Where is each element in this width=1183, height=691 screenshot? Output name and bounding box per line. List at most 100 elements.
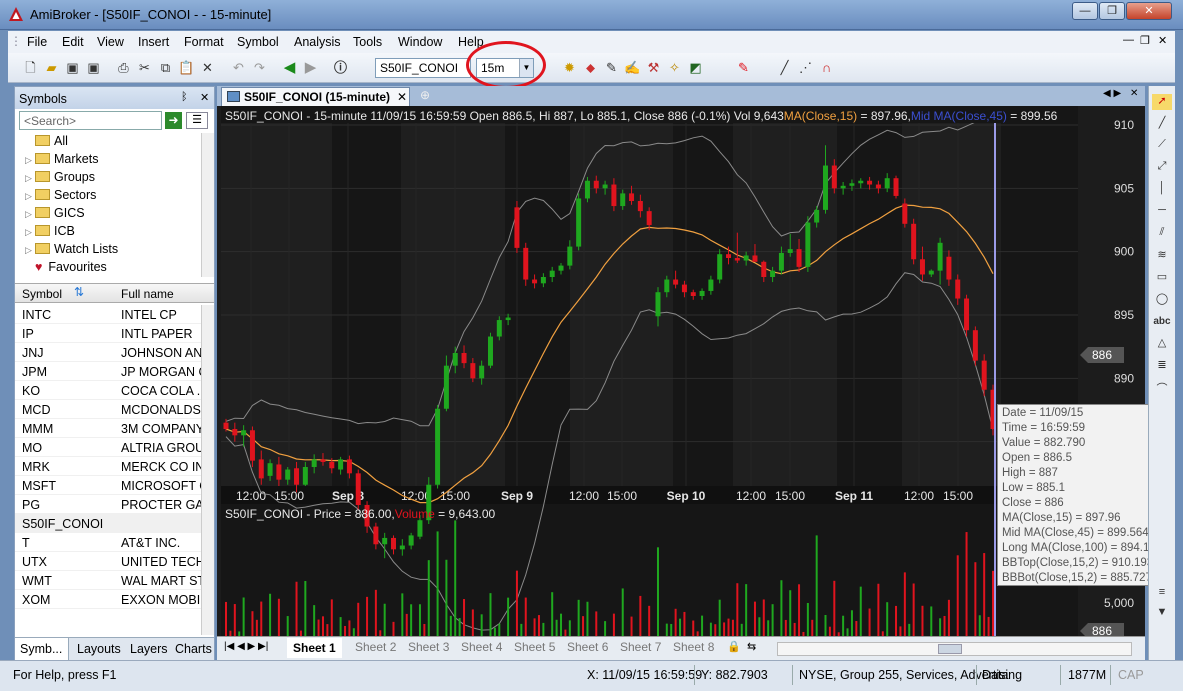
gear-icon[interactable]: ✹: [561, 59, 578, 76]
table-row[interactable]: INTC INTEL CP: [15, 305, 203, 324]
tab-layers[interactable]: Layers: [130, 642, 168, 656]
table-row[interactable]: T AT&T INC.: [15, 533, 203, 552]
sort-icon[interactable]: ⇅: [74, 285, 84, 299]
menu-edit[interactable]: Edit: [62, 35, 84, 49]
menu-symbol[interactable]: Symbol: [237, 35, 279, 49]
info-icon[interactable]: ⓘ: [332, 59, 349, 76]
tab-charts[interactable]: Charts: [175, 642, 212, 656]
magnet-icon[interactable]: ∩: [818, 59, 835, 76]
table-row[interactable]: MSFT MICROSOFT C: [15, 476, 203, 495]
list-options-icon[interactable]: ☰: [186, 112, 208, 129]
cut-icon[interactable]: ✂: [136, 59, 153, 76]
vertical-line-icon[interactable]: │: [1152, 182, 1172, 198]
horizontal-scrollbar[interactable]: [777, 642, 1132, 656]
symbol-list-scrollbar[interactable]: [201, 305, 214, 635]
chart-add-icon[interactable]: ◩: [687, 59, 704, 76]
mdi-close-button[interactable]: ✕: [1158, 34, 1167, 47]
table-row[interactable]: XOM EXXON MOBIL: [15, 590, 203, 609]
mdi-minimize-button[interactable]: —: [1123, 34, 1134, 46]
lock-icon[interactable]: 🔒: [727, 640, 741, 653]
menu-window[interactable]: Window: [398, 35, 442, 49]
ellipse-icon[interactable]: ◯: [1152, 292, 1172, 308]
tab-scroll-icon[interactable]: ◀ ▶: [1103, 88, 1121, 99]
table-row[interactable]: IP INTL PAPER: [15, 324, 203, 343]
menu-view[interactable]: View: [97, 35, 124, 49]
search-go-icon[interactable]: ➜: [165, 112, 182, 129]
minimize-button[interactable]: —: [1072, 2, 1098, 20]
back-icon[interactable]: ◀: [281, 59, 298, 76]
pen-color-icon[interactable]: ✎: [735, 59, 752, 76]
channel-icon[interactable]: ≋: [1152, 248, 1172, 264]
extended-line-icon[interactable]: ⤢: [1152, 160, 1172, 176]
toolbar-expand-icon[interactable]: ▼: [1152, 606, 1172, 622]
tree-scrollbar[interactable]: [201, 133, 214, 277]
line-tool-icon[interactable]: ╱: [1152, 116, 1172, 132]
copy-icon[interactable]: ⧉: [157, 59, 174, 76]
tree-item-all[interactable]: All: [25, 134, 215, 152]
sync-icon[interactable]: ⇆: [747, 640, 756, 653]
menu-format[interactable]: Format: [184, 35, 224, 49]
hammer-icon[interactable]: ⚒: [645, 59, 662, 76]
dotted-line-icon[interactable]: ⋰: [797, 59, 814, 76]
menu-insert[interactable]: Insert: [138, 35, 169, 49]
sheet-tab-2[interactable]: Sheet 2: [355, 640, 396, 654]
menu-file[interactable]: File: [27, 35, 47, 49]
tree-item-sectors[interactable]: ▷ Sectors: [25, 188, 215, 206]
select-pointer-icon[interactable]: ➚: [1152, 94, 1172, 110]
editor-icon[interactable]: ✍: [624, 59, 641, 76]
tree-item-favourites[interactable]: ♥ Favourites: [25, 260, 215, 278]
formula-icon[interactable]: ✎: [603, 59, 620, 76]
close-window-button[interactable]: ✕: [1126, 2, 1172, 20]
table-row[interactable]: MMM 3M COMPANY: [15, 419, 203, 438]
sheet-tab-4[interactable]: Sheet 4: [461, 640, 502, 654]
table-row[interactable]: MCD MCDONALDS: [15, 400, 203, 419]
toolbar-more-icon[interactable]: ≡: [1152, 586, 1172, 602]
horizontal-line-icon[interactable]: ─: [1152, 204, 1172, 220]
table-row[interactable]: PG PROCTER GA: [15, 495, 203, 514]
tab-symbols[interactable]: Symb...: [20, 642, 62, 656]
sheet-nav-icon[interactable]: |◀ ◀ ▶ ▶|: [224, 641, 268, 652]
pin-icon[interactable]: ᛒ: [181, 91, 188, 103]
ray-tool-icon[interactable]: ⟋: [1152, 138, 1172, 154]
parallel-lines-icon[interactable]: ⫽: [1152, 226, 1172, 242]
draw-line-icon[interactable]: ╱: [776, 59, 793, 76]
status-data[interactable]: Data: [982, 668, 1008, 682]
tree-item-watch-lists[interactable]: ▷ Watch Lists: [25, 242, 215, 260]
sheet-tab-7[interactable]: Sheet 7: [620, 640, 661, 654]
new-tab-icon[interactable]: ⊕: [420, 88, 430, 102]
close-panel-icon[interactable]: ✕: [200, 91, 209, 104]
column-symbol[interactable]: Symbol: [22, 287, 62, 301]
sheet-tab-1[interactable]: Sheet 1: [287, 638, 342, 658]
undo-icon[interactable]: ↶: [230, 59, 247, 76]
print-icon[interactable]: ⎙: [115, 59, 132, 76]
table-row[interactable]: JPM JP MORGAN C: [15, 362, 203, 381]
symbol-combo[interactable]: S50IF_CONOI: [375, 58, 471, 78]
forward-icon[interactable]: ▶: [302, 59, 319, 76]
close-tab-icon[interactable]: ✕: [397, 90, 407, 104]
table-row[interactable]: KO COCA COLA ...: [15, 381, 203, 400]
table-row[interactable]: JNJ JOHNSON AN: [15, 343, 203, 362]
arc-icon[interactable]: ⌒: [1152, 380, 1172, 396]
column-full-name[interactable]: Full name: [121, 287, 174, 301]
save-icon[interactable]: ▣: [64, 59, 81, 76]
sheet-tab-5[interactable]: Sheet 5: [514, 640, 555, 654]
table-row[interactable]: UTX UNITED TECH: [15, 552, 203, 571]
tree-item-groups[interactable]: ▷ Groups: [25, 170, 215, 188]
new-icon[interactable]: 🗋: [22, 59, 39, 76]
tree-item-markets[interactable]: ▷ Markets: [25, 152, 215, 170]
tab-layouts[interactable]: Layouts: [77, 642, 121, 656]
text-tool-icon[interactable]: abc: [1152, 316, 1172, 332]
sheet-tab-3[interactable]: Sheet 3: [408, 640, 449, 654]
chart-document-tab[interactable]: S50IF_CONOI (15-minute) ✕: [221, 87, 410, 106]
scroll-thumb[interactable]: [938, 644, 962, 654]
wand-icon[interactable]: ✧: [666, 59, 683, 76]
redo-icon[interactable]: ↷: [251, 59, 268, 76]
table-row[interactable]: MRK MERCK CO IN: [15, 457, 203, 476]
tree-item-icb[interactable]: ▷ ICB: [25, 224, 215, 242]
delete-icon[interactable]: ✕: [199, 59, 216, 76]
fibonacci-icon[interactable]: ≣: [1152, 358, 1172, 374]
rectangle-icon[interactable]: ▭: [1152, 270, 1172, 286]
paste-icon[interactable]: 📋: [178, 59, 195, 76]
sheet-tab-6[interactable]: Sheet 6: [567, 640, 608, 654]
maximize-button[interactable]: ❐: [1099, 2, 1125, 20]
